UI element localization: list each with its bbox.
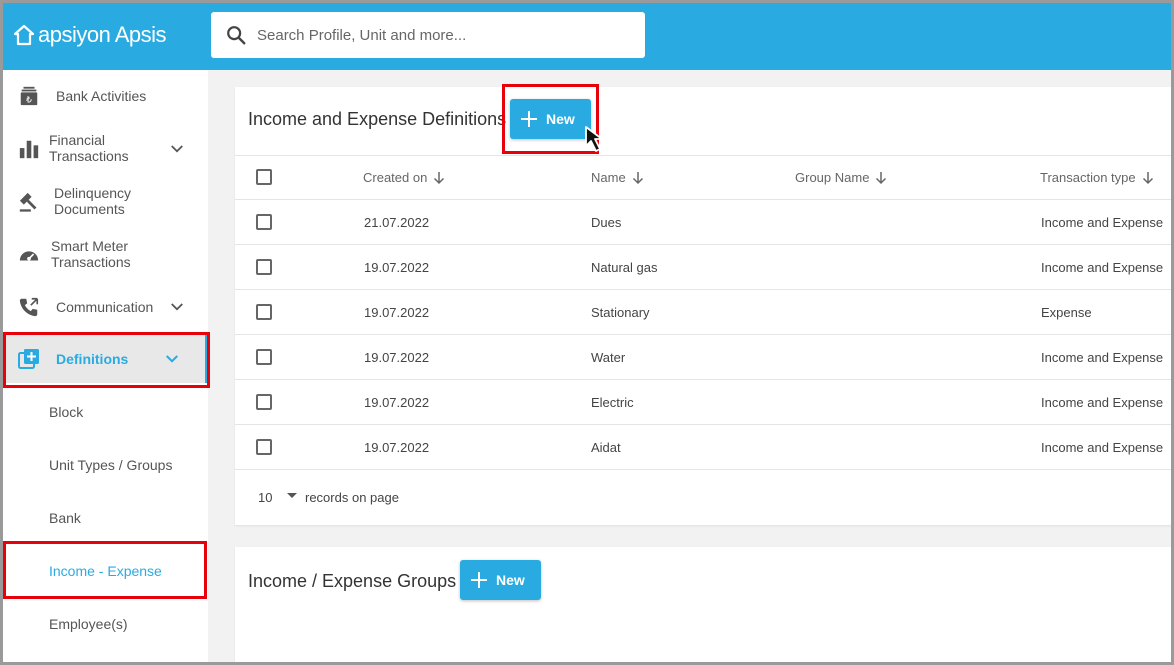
cell-transaction-type: Income and Expense [1041, 395, 1164, 410]
cell-name: Natural gas [591, 260, 658, 275]
logo-text: apsiyon Apsis [38, 22, 167, 47]
sidebar-item-label-line1: Delinquency [54, 185, 132, 201]
new-definition-button[interactable]: New [510, 99, 591, 139]
row-checkbox[interactable] [256, 394, 272, 410]
per-page-select[interactable]: 10 [258, 490, 272, 505]
table-row[interactable]: 19.07.2022 Electric Income and Expense [235, 380, 1174, 425]
chevron-down-icon[interactable] [163, 350, 181, 368]
column-transaction-type[interactable]: Transaction type [1040, 170, 1154, 185]
active-indicator [205, 335, 208, 383]
sort-arrow-icon [876, 171, 887, 184]
sidebar-item-communication[interactable]: Communication [0, 295, 208, 319]
column-label: Name [591, 170, 626, 185]
select-all-checkbox[interactable] [256, 169, 272, 185]
cell-name: Aidat [591, 440, 621, 455]
sidebar: ₺ Bank Activities FinancialTransactions [0, 70, 208, 665]
table-footer: 10 records on page [235, 470, 1174, 525]
sidebar-item-label: Bank Activities [56, 88, 147, 104]
cell-name: Water [591, 350, 626, 365]
row-checkbox[interactable] [256, 259, 272, 275]
cell-transaction-type: Income and Expense [1041, 215, 1164, 230]
cell-transaction-type: Income and Expense [1041, 260, 1164, 275]
cell-created-on: 19.07.2022 [364, 395, 430, 410]
sidebar-item-label-line1: Financial [49, 132, 106, 148]
cell-created-on: 21.07.2022 [364, 215, 430, 230]
sidebar-item-label: Definitions [56, 351, 129, 367]
cell-name: Stationary [591, 305, 650, 320]
button-label: New [496, 572, 525, 588]
column-name[interactable]: Name [591, 170, 644, 185]
column-created-on[interactable]: Created on [363, 170, 445, 185]
sidebar-item-label-line2: Documents [54, 201, 125, 217]
table-row[interactable]: 19.07.2022 Natural gas Income and Expens… [235, 245, 1174, 290]
phone-icon [17, 295, 41, 319]
groups-card: Income / Expense Groups New [235, 547, 1174, 665]
sidebar-item-label-line1: Smart Meter [51, 238, 129, 254]
column-label: Created on [363, 170, 428, 185]
plus-icon [521, 111, 537, 127]
card-title: Income and Expense Definitions [248, 109, 507, 129]
sidebar-item-label-line2: Transactions [49, 148, 129, 164]
bank-icon: ₺ [17, 84, 41, 108]
table-row[interactable]: 19.07.2022 Aidat Income and Expense [235, 425, 1174, 470]
per-page-label: records on page [305, 490, 399, 505]
sidebar-item-financial-transactions[interactable]: Financial Transactions [0, 132, 208, 166]
table-row[interactable]: 21.07.2022 Dues Income and Expense [235, 200, 1174, 245]
search-box[interactable] [211, 12, 645, 58]
row-checkbox[interactable] [256, 439, 272, 455]
add-box-icon [17, 347, 41, 371]
search-icon [227, 26, 246, 45]
sidebar-subitem-bank[interactable]: Bank [49, 510, 81, 526]
column-label: Group Name [795, 170, 870, 185]
sort-arrow-icon [434, 171, 445, 184]
meter-icon [17, 243, 41, 267]
column-label: Transaction type [1040, 170, 1136, 185]
search-input[interactable] [257, 26, 637, 44]
logo[interactable]: apsiyon Apsis [12, 20, 167, 50]
chevron-down-icon[interactable] [168, 140, 186, 158]
top-bar: apsiyon Apsis [0, 0, 1174, 70]
sidebar-item-bank-activities[interactable]: ₺ Bank Activities [0, 84, 208, 108]
cell-name: Dues [591, 215, 622, 230]
row-checkbox[interactable] [256, 304, 272, 320]
svg-text:₺: ₺ [26, 94, 32, 105]
sidebar-item-label: Communication [56, 299, 154, 315]
sidebar-item-smart-meter-transactions[interactable]: Smart Meter Transactions [0, 238, 208, 272]
cell-created-on: 19.07.2022 [364, 260, 430, 275]
caret-down-icon[interactable] [286, 492, 298, 500]
new-group-button[interactable]: New [460, 560, 541, 600]
sidebar-subitem-block[interactable]: Block [49, 404, 83, 420]
column-group-name[interactable]: Group Name [795, 170, 887, 185]
bar-chart-icon [17, 137, 41, 161]
cell-transaction-type: Income and Expense [1041, 350, 1164, 365]
cell-transaction-type: Income and Expense [1041, 440, 1164, 455]
sidebar-item-delinquency-documents[interactable]: Delinquency Documents [0, 185, 208, 219]
gavel-icon [17, 190, 41, 214]
cell-name: Electric [591, 395, 634, 410]
mouse-cursor-icon [585, 126, 603, 152]
plus-icon [471, 572, 487, 588]
cell-transaction-type: Expense [1041, 305, 1092, 320]
button-label: New [546, 111, 575, 127]
table-header: Created on Name Group Name Transaction t… [235, 155, 1174, 200]
sidebar-subitem-unit-types-groups[interactable]: Unit Types / Groups [49, 457, 172, 473]
table-row[interactable]: 19.07.2022 Stationary Expense [235, 290, 1174, 335]
cell-created-on: 19.07.2022 [364, 440, 430, 455]
sort-arrow-icon [1142, 171, 1153, 184]
cell-created-on: 19.07.2022 [364, 350, 430, 365]
card-title: Income / Expense Groups [248, 571, 457, 591]
chevron-down-icon[interactable] [168, 298, 186, 316]
cell-created-on: 19.07.2022 [364, 305, 430, 320]
table-row[interactable]: 19.07.2022 Water Income and Expense [235, 335, 1174, 380]
sidebar-item-label-line2: Transactions [51, 254, 131, 270]
sidebar-subitem-income-expense[interactable]: Income - Expense [49, 563, 162, 579]
home-icon [13, 24, 35, 46]
row-checkbox[interactable] [256, 214, 272, 230]
sort-arrow-icon [632, 171, 643, 184]
definitions-card: Income and Expense Definitions New Creat… [235, 87, 1174, 525]
sidebar-subitem-employees[interactable]: Employee(s) [49, 616, 128, 632]
sidebar-item-definitions[interactable]: Definitions [0, 335, 208, 383]
row-checkbox[interactable] [256, 349, 272, 365]
